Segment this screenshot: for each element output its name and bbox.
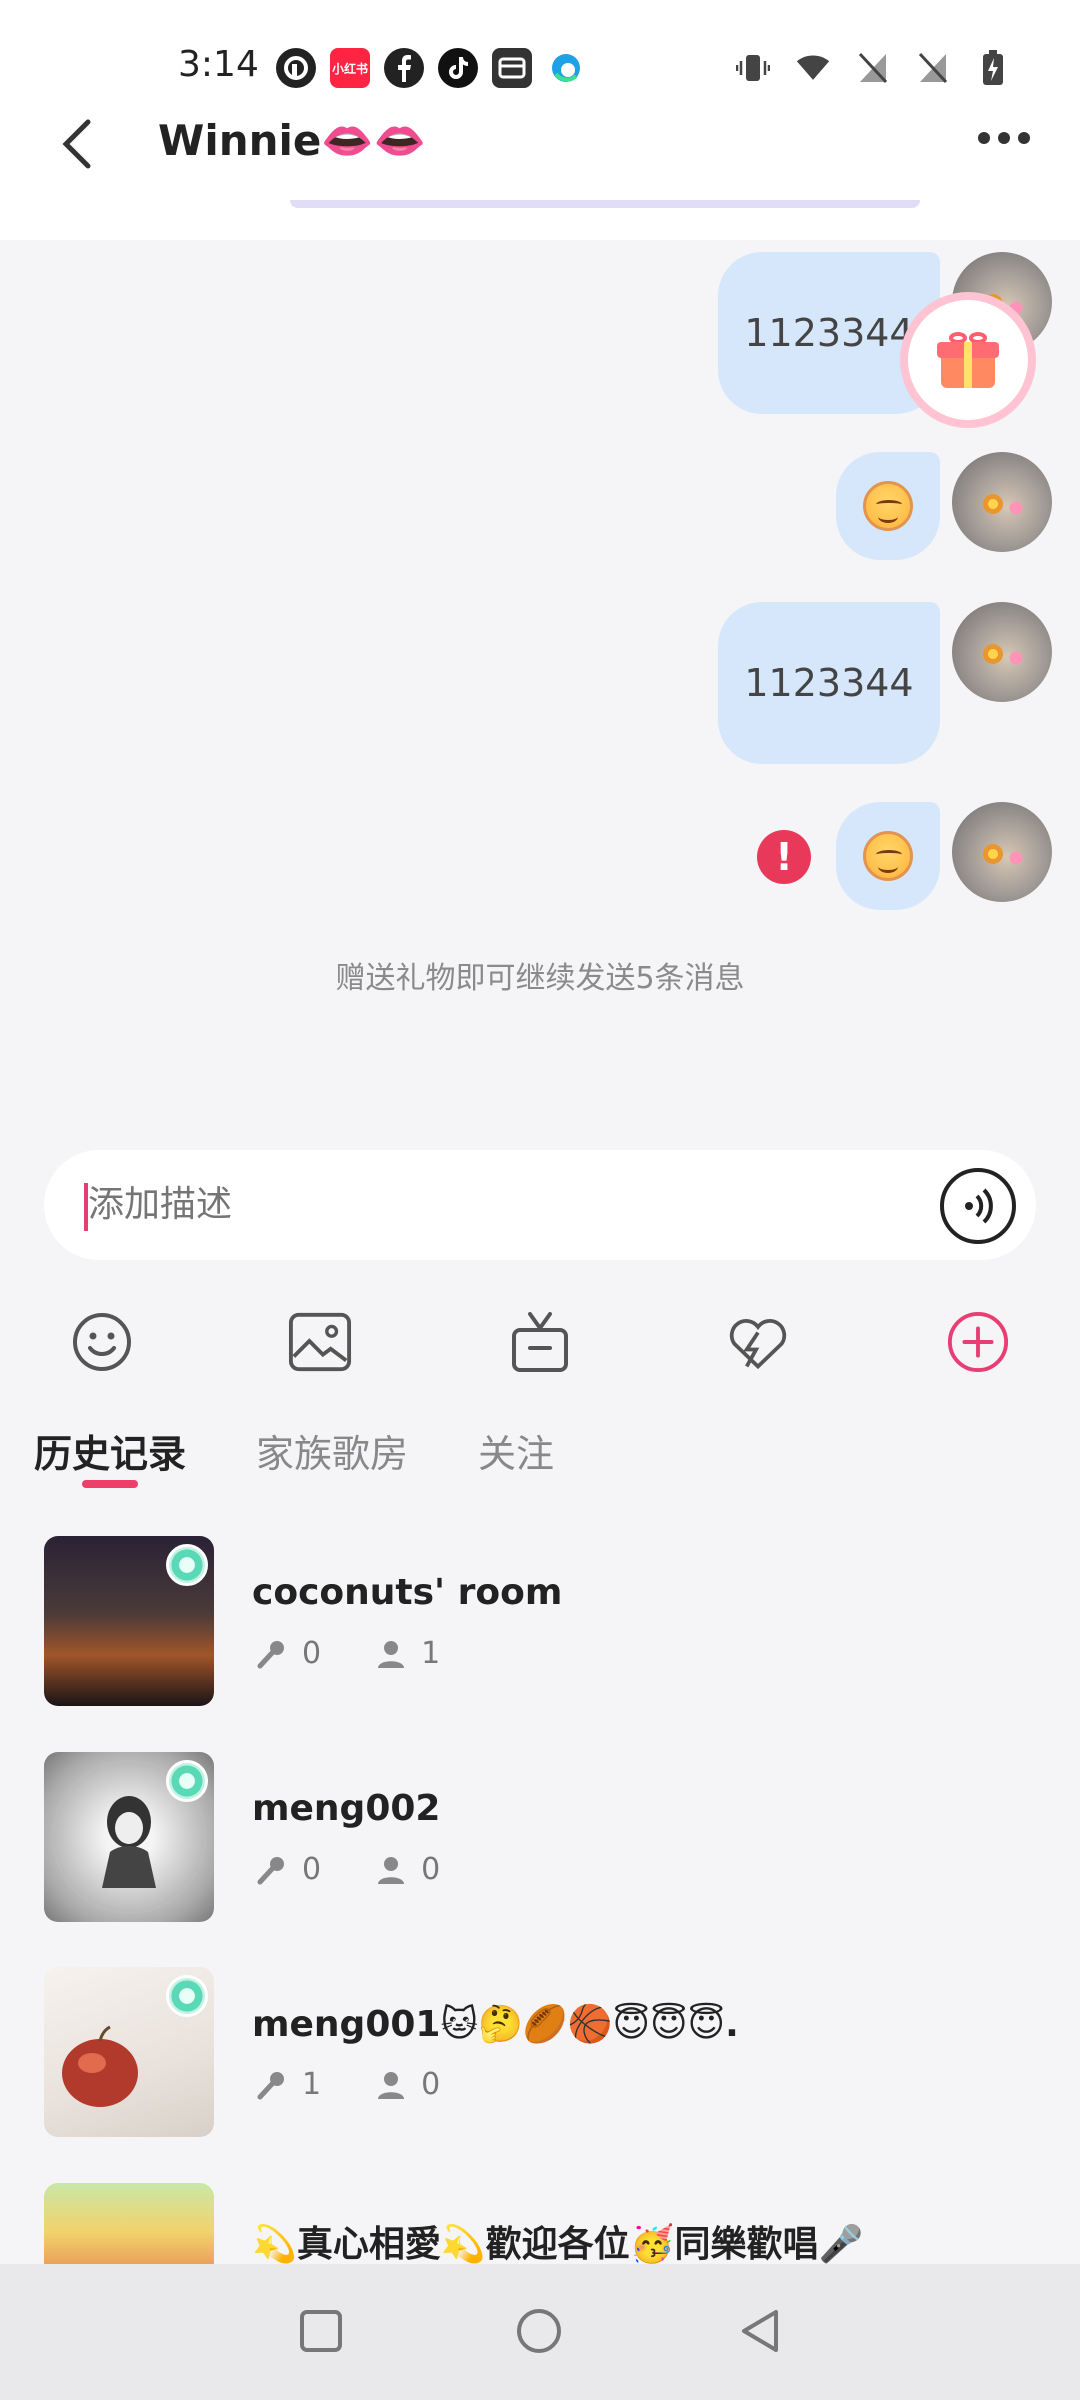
room-name: meng002 bbox=[252, 1788, 441, 1829]
emoji-button[interactable] bbox=[70, 1310, 134, 1374]
no-sim-1-icon bbox=[856, 50, 890, 86]
room-stats: 0 0 bbox=[256, 1852, 440, 1887]
chat-header: Winnie👄👄 bbox=[0, 100, 1080, 240]
room-stats: 1 0 bbox=[256, 2067, 440, 2102]
room-list-item[interactable]: coconuts' room 0 1 bbox=[0, 1536, 1080, 1736]
mic-count: 0 bbox=[302, 1636, 322, 1671]
tiktok-icon bbox=[438, 48, 478, 88]
back-icon bbox=[742, 2310, 778, 2352]
gift-icon bbox=[937, 332, 999, 388]
emoji-message-bubble[interactable] bbox=[836, 452, 940, 560]
mic-count: 0 bbox=[302, 1852, 322, 1887]
home-icon bbox=[517, 2309, 561, 2353]
status-time: 3:14 bbox=[178, 44, 259, 85]
tab-indicator bbox=[82, 1480, 138, 1488]
sender-avatar[interactable] bbox=[952, 802, 1052, 902]
recent-apps-button[interactable] bbox=[296, 2306, 346, 2356]
chevron-left-icon bbox=[62, 119, 91, 169]
person-icon bbox=[375, 1638, 407, 1670]
room-list-item[interactable]: meng002 0 0 bbox=[0, 1752, 1080, 1952]
gift-notice: 赠送礼物即可继续发送5条消息 bbox=[335, 961, 745, 996]
sender-avatar[interactable] bbox=[952, 452, 1052, 552]
message-text: 1123344 bbox=[744, 661, 914, 705]
room-thumbnail bbox=[44, 2183, 214, 2264]
message-input[interactable] bbox=[88, 1184, 808, 1225]
level-badge-icon bbox=[166, 1544, 208, 1586]
room-name: 💫真心相愛💫歡迎各位🥳同樂歡唱🎤 bbox=[252, 2224, 864, 2265]
image-button[interactable] bbox=[288, 1310, 352, 1374]
edge-icon bbox=[546, 48, 586, 88]
wallet-icon bbox=[492, 48, 532, 88]
sender-avatar[interactable] bbox=[952, 602, 1052, 702]
room-list-item[interactable]: meng001🐱🤔🏉🏀😇😇😇. 1 0 bbox=[0, 1967, 1080, 2167]
xiaohongshu-icon: 小红书 bbox=[330, 48, 370, 88]
heart-icon bbox=[729, 1319, 787, 1370]
header-strip bbox=[290, 200, 920, 208]
gift-button[interactable] bbox=[508, 1310, 572, 1374]
add-icon bbox=[947, 1311, 1009, 1373]
more-options-button[interactable] bbox=[978, 128, 1038, 148]
gift-badge[interactable] bbox=[900, 292, 1036, 428]
xiaohongshu-label: 小红书 bbox=[331, 61, 368, 76]
vibrate-icon bbox=[736, 50, 770, 86]
system-nav-bar bbox=[0, 2264, 1080, 2400]
room-thumbnail bbox=[44, 1536, 214, 1706]
level-badge-icon bbox=[166, 1975, 208, 2017]
emoji-icon bbox=[73, 1313, 131, 1371]
mic-count: 1 bbox=[302, 2067, 322, 2102]
voice-wave-icon bbox=[965, 1188, 993, 1224]
people-count: 1 bbox=[421, 1636, 441, 1671]
level-badge-icon bbox=[166, 1760, 208, 1802]
system-status-icons bbox=[736, 50, 1010, 86]
pocket-casts-icon bbox=[276, 48, 316, 88]
blush-face-icon bbox=[863, 831, 913, 881]
voice-button[interactable] bbox=[940, 1168, 1016, 1244]
facebook-icon bbox=[384, 48, 424, 88]
blush-face-icon bbox=[863, 481, 913, 531]
tab-family-rooms[interactable]: 家族歌房 bbox=[256, 1423, 408, 1478]
wifi-icon bbox=[796, 50, 830, 86]
add-button[interactable] bbox=[946, 1310, 1010, 1374]
person-icon bbox=[375, 2069, 407, 2101]
image-icon bbox=[288, 1312, 352, 1372]
no-sim-2-icon bbox=[916, 50, 950, 86]
back-button[interactable] bbox=[58, 114, 98, 174]
room-name: coconuts' room bbox=[252, 1572, 563, 1613]
chat-title: Winnie👄👄 bbox=[158, 116, 426, 165]
room-stats: 0 1 bbox=[256, 1636, 440, 1671]
microphone-icon bbox=[256, 2069, 288, 2101]
tab-following[interactable]: 关注 bbox=[478, 1423, 554, 1478]
notification-icons: 小红书 bbox=[276, 48, 586, 88]
room-thumbnail bbox=[44, 1967, 214, 2137]
tab-history[interactable]: 历史记录 bbox=[34, 1423, 186, 1478]
heart-button[interactable] bbox=[726, 1310, 790, 1374]
home-button[interactable] bbox=[514, 2306, 564, 2356]
people-count: 0 bbox=[421, 1852, 441, 1887]
microphone-icon bbox=[256, 1638, 288, 1670]
room-thumbnail bbox=[44, 1752, 214, 1922]
recent-apps-icon bbox=[300, 2310, 342, 2352]
emoji-message-bubble[interactable] bbox=[836, 802, 940, 910]
gift-outline-icon bbox=[512, 1312, 568, 1372]
message-text: 1123344 bbox=[744, 311, 914, 355]
battery-charging-icon bbox=[976, 50, 1010, 86]
microphone-icon bbox=[256, 1854, 288, 1886]
send-error-icon[interactable]: ! bbox=[757, 830, 811, 884]
message-bubble[interactable]: 1123344 bbox=[718, 602, 940, 764]
people-count: 0 bbox=[421, 2067, 441, 2102]
nav-back-button[interactable] bbox=[736, 2306, 786, 2356]
person-icon bbox=[375, 1854, 407, 1886]
room-name: meng001🐱🤔🏉🏀😇😇😇. bbox=[252, 2004, 739, 2045]
